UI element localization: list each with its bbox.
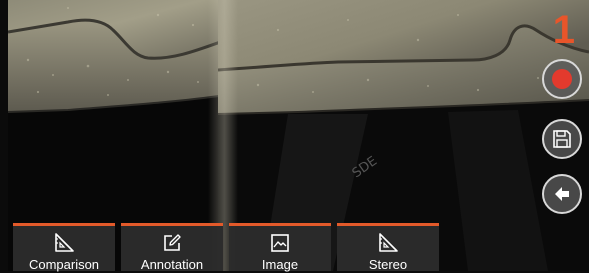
annotation-button[interactable]: Annotation xyxy=(121,223,223,272)
back-button[interactable] xyxy=(542,174,582,214)
record-icon xyxy=(552,69,572,89)
edit-pencil-icon xyxy=(164,234,181,251)
save-icon xyxy=(553,130,571,148)
record-button[interactable] xyxy=(542,59,582,99)
comparison-button[interactable]: Comparison xyxy=(13,223,115,272)
screen-indicator: 1 xyxy=(552,8,575,52)
stereo-measure-icon xyxy=(379,233,398,252)
image-icon xyxy=(271,234,289,252)
measure-triangle-icon xyxy=(55,233,74,252)
back-arrow-icon xyxy=(555,187,569,201)
image-button[interactable]: Image xyxy=(229,223,331,272)
save-button[interactable] xyxy=(542,119,582,159)
stereo-button[interactable]: Stereo xyxy=(337,223,439,272)
